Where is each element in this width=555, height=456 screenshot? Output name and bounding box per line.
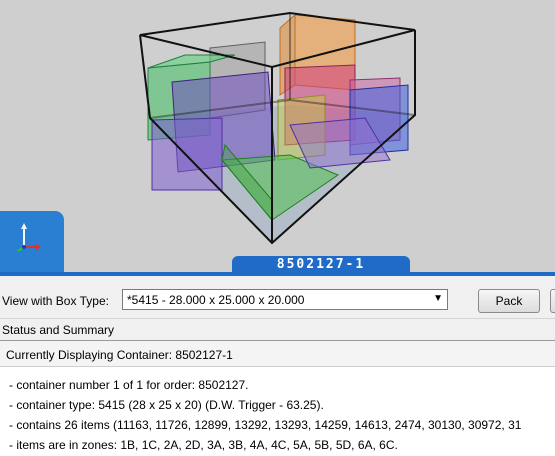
extra-button[interactable] — [550, 289, 555, 313]
pack-button[interactable]: Pack — [478, 289, 540, 313]
status-line: - contains 26 items (11163, 11726, 12899… — [9, 418, 522, 432]
current-container-label: Currently Displaying Container: 8502127-… — [6, 348, 233, 362]
status-section-title: Status and Summary — [0, 318, 555, 340]
status-line: - items are in zones: 1B, 1C, 2A, 2D, 3A… — [9, 438, 398, 452]
xyz-axis-icon — [17, 223, 41, 252]
box-purple-front — [151, 117, 223, 191]
packing-scene — [139, 11, 416, 245]
status-panel: Currently Displaying Container: 8502127-… — [0, 340, 555, 456]
status-lines: - container number 1 of 1 for order: 850… — [9, 375, 521, 455]
chevron-down-icon[interactable]: ▼ — [433, 293, 443, 304]
status-line: - container type: 5415 (28 x 25 x 20) (D… — [9, 398, 324, 412]
container-tab[interactable]: 8502127-1 — [232, 256, 410, 273]
box-type-value: *5415 - 28.000 x 25.000 x 20.000 — [127, 293, 305, 307]
3d-packing-viewport[interactable]: 8502127-1 — [0, 0, 555, 273]
view-with-box-type-label: View with Box Type: — [2, 294, 109, 308]
box-type-select[interactable]: *5415 - 28.000 x 25.000 x 20.000 ▼ — [122, 289, 448, 310]
toolbar: View with Box Type: *5415 - 28.000 x 25.… — [0, 276, 555, 318]
status-header: Currently Displaying Container: 8502127-… — [0, 341, 555, 367]
axis-tab[interactable] — [0, 211, 64, 273]
status-line: - container number 1 of 1 for order: 850… — [9, 378, 249, 392]
status-title-label: Status and Summary — [2, 323, 115, 337]
